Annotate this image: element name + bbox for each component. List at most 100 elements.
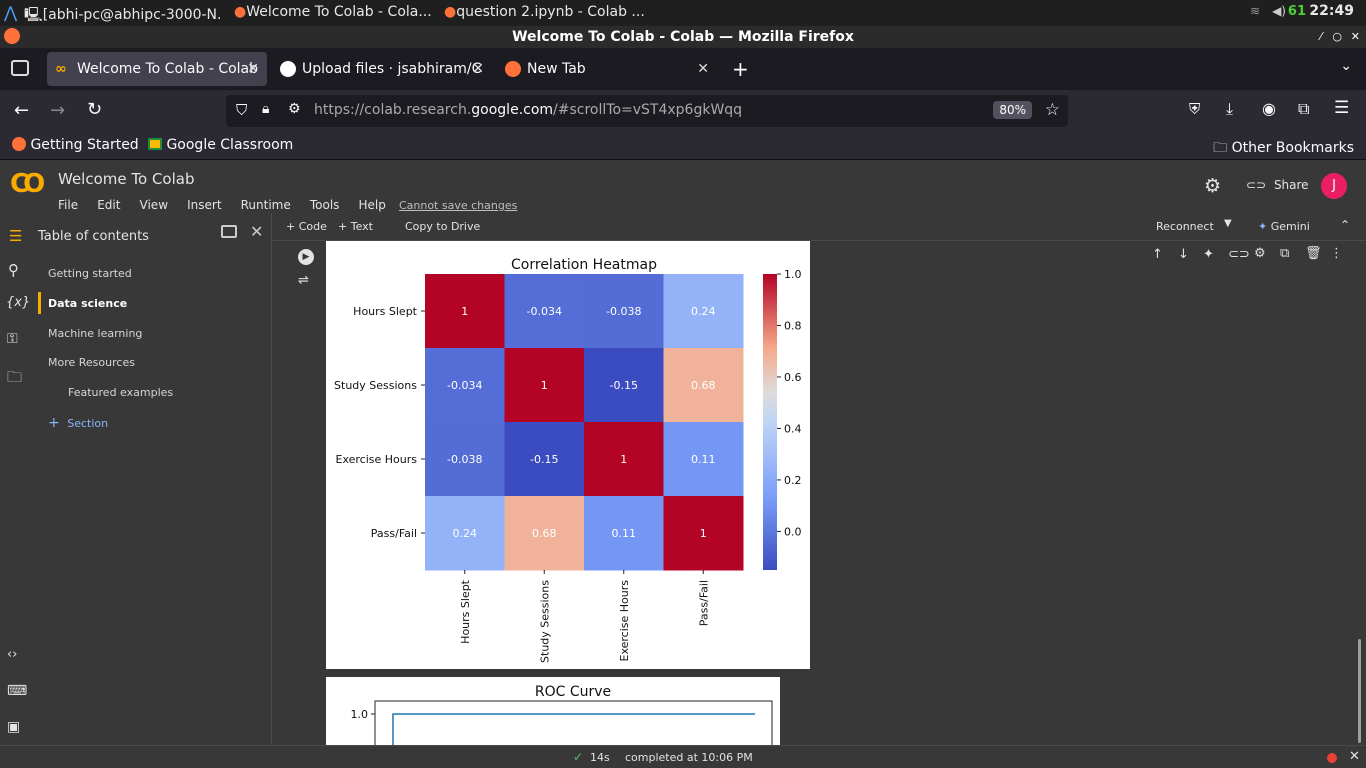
- window-title: Welcome To Colab - Colab — Mozilla Firef…: [512, 29, 854, 45]
- toc-item-featured-examples[interactable]: Featured examples: [68, 386, 173, 399]
- heatmap-col-label: Exercise Hours: [618, 580, 631, 662]
- mirror-cell-icon[interactable]: ⧉: [1280, 246, 1289, 261]
- forward-icon[interactable]: →: [50, 100, 65, 121]
- reconnect-button[interactable]: Reconnect: [1156, 220, 1214, 233]
- bookmark-google-classroom[interactable]: Google Classroom: [148, 137, 293, 153]
- toc-item-getting-started[interactable]: Getting started: [48, 267, 132, 280]
- menu-runtime[interactable]: Runtime: [241, 198, 291, 212]
- share-button[interactable]: ⊂⊃ Share: [1246, 178, 1309, 192]
- link-icon: ⊂⊃: [1246, 178, 1267, 192]
- url-text[interactable]: https://colab.research.google.com/#scrol…: [314, 102, 742, 118]
- notebook-title[interactable]: Welcome To Colab: [58, 170, 194, 188]
- heatmap-cell-label: -0.038: [606, 305, 641, 318]
- code-snippets-icon[interactable]: ‹›: [7, 647, 17, 662]
- taskbar-item-question[interactable]: ●question 2.ipynb - Colab ...: [444, 4, 644, 20]
- menu-tools[interactable]: Tools: [310, 198, 340, 212]
- heatmap-cell-label: 1: [700, 527, 707, 540]
- cell-settings-icon[interactable]: ⚙: [1254, 246, 1266, 261]
- menu-help[interactable]: Help: [359, 198, 386, 212]
- search-icon[interactable]: ⚲: [8, 261, 19, 279]
- permissions-icon[interactable]: ⚙: [288, 101, 301, 117]
- toc-item-more-resources[interactable]: More Resources: [48, 356, 135, 369]
- close-tab-icon[interactable]: ✕: [247, 52, 259, 86]
- tab-upload-files[interactable]: Upload files · jsabhiram/C ✕: [272, 52, 492, 86]
- terminal-icon[interactable]: ▣: [7, 719, 20, 735]
- run-cell-icon[interactable]: ▶: [298, 249, 314, 265]
- vertical-scrollbar[interactable]: [1358, 639, 1361, 743]
- reload-icon[interactable]: ↻: [87, 99, 102, 120]
- open-in-tab-icon[interactable]: [221, 225, 237, 238]
- move-down-icon[interactable]: ↓: [1178, 247, 1189, 262]
- close-panel-icon[interactable]: ✕: [250, 222, 263, 241]
- maximize-icon[interactable]: ○: [1332, 26, 1342, 48]
- zoom-level-button[interactable]: 80%: [993, 101, 1032, 119]
- minimize-icon[interactable]: ⁄: [1320, 26, 1322, 48]
- shield-icon[interactable]: ⛉: [236, 101, 247, 119]
- close-status-icon[interactable]: ✕: [1349, 749, 1360, 764]
- menu-view[interactable]: View: [140, 198, 168, 212]
- add-code-button[interactable]: + Code: [286, 220, 327, 233]
- toc-item-machine-learning[interactable]: Machine learning: [48, 327, 142, 340]
- menu-insert[interactable]: Insert: [187, 198, 221, 212]
- completed-text[interactable]: completed at 10:06 PM: [625, 751, 753, 764]
- navigation-bar: ← → ↻ ⛉ 🔒︎ ⚙ https://colab.research.goog…: [0, 90, 1366, 132]
- taskbar-item-terminal[interactable]: 🖳[abhi-pc@abhipc-3000-N...: [24, 4, 220, 28]
- roc-curve-chart: ROC Curve 1.0: [351, 684, 773, 745]
- extensions-icon[interactable]: ⧉: [1298, 99, 1309, 119]
- add-section-button[interactable]: + Section: [48, 415, 108, 431]
- move-up-icon[interactable]: ↑: [1152, 247, 1163, 262]
- secrets-key-icon[interactable]: ⚿: [7, 331, 18, 347]
- menu-edit[interactable]: Edit: [97, 198, 120, 212]
- app-menu-icon[interactable]: ☰: [1334, 98, 1349, 118]
- bookmark-getting-started[interactable]: Getting Started: [12, 137, 139, 153]
- gemini-sparkle-icon[interactable]: ✦: [1203, 247, 1214, 262]
- copy-to-drive-button[interactable]: Copy to Drive: [405, 220, 480, 233]
- downloads-icon[interactable]: ⤓: [1226, 99, 1233, 119]
- close-tab-icon[interactable]: ✕: [472, 52, 484, 86]
- new-tab-icon[interactable]: +: [732, 57, 749, 81]
- menu-file[interactable]: File: [58, 198, 78, 212]
- tab-strip: ∞ Welcome To Colab - Colab ✕ Upload file…: [0, 48, 1366, 90]
- other-bookmarks[interactable]: 🗀 Other Bookmarks: [1213, 137, 1354, 161]
- collapse-header-icon[interactable]: ⌃: [1340, 218, 1350, 232]
- wifi-icon[interactable]: ≋: [1250, 4, 1260, 18]
- close-window-icon[interactable]: ✕: [1351, 26, 1360, 48]
- taskbar-item-colab[interactable]: ●Welcome To Colab - Cola...: [234, 4, 434, 20]
- cannot-save-link[interactable]: Cannot save changes: [399, 199, 517, 212]
- gemini-button[interactable]: ✦ Gemini: [1258, 220, 1310, 233]
- output-toggle-icon[interactable]: ⇌: [298, 273, 309, 288]
- tab-new-tab[interactable]: New Tab ✕: [497, 52, 717, 86]
- avatar[interactable]: J: [1321, 173, 1347, 199]
- status-bar: ✓ 14s completed at 10:06 PM ✕: [0, 745, 1366, 768]
- toc-list-icon[interactable]: ☰: [9, 227, 22, 245]
- add-text-button[interactable]: + Text: [338, 220, 373, 233]
- files-folder-icon[interactable]: 🗀: [7, 367, 22, 392]
- colorbar: [763, 274, 777, 570]
- account-icon[interactable]: ◉: [1262, 99, 1276, 118]
- list-all-tabs-icon[interactable]: ⌄: [1340, 58, 1352, 74]
- url-bar[interactable]: ⛉ 🔒︎ ⚙ https://colab.research.google.com…: [226, 95, 1068, 127]
- tab-overview-icon[interactable]: [11, 60, 29, 76]
- colab-header: CO Welcome To Colab File Edit View Inser…: [0, 161, 1366, 213]
- colab-logo-icon[interactable]: CO: [10, 169, 45, 199]
- pocket-icon[interactable]: ⛨: [1189, 100, 1200, 118]
- volume-icon[interactable]: ◀): [1272, 4, 1286, 18]
- more-options-icon[interactable]: ⋮: [1330, 246, 1343, 261]
- colorbar-tick-label: 0.8: [784, 319, 802, 332]
- back-icon[interactable]: ←: [14, 100, 29, 121]
- arch-logo-icon[interactable]: ⋀: [4, 3, 17, 22]
- settings-gear-icon[interactable]: ⚙: [1204, 175, 1221, 197]
- runtime-dropdown-icon[interactable]: ▼: [1224, 218, 1232, 229]
- delete-cell-icon[interactable]: 🗑︎: [1305, 246, 1322, 261]
- tab-welcome-to-colab[interactable]: ∞ Welcome To Colab - Colab ✕: [47, 52, 267, 86]
- bookmark-star-icon[interactable]: ☆: [1045, 100, 1060, 120]
- link-cell-icon[interactable]: ⊂⊃: [1228, 247, 1250, 262]
- close-tab-icon[interactable]: ✕: [697, 52, 709, 86]
- notebook-main[interactable]: ▶ ⇌ ↑ ↓ ✦ ⊂⊃ ⚙ ⧉ 🗑︎ ⋮ Correlation Heatma…: [272, 241, 1366, 745]
- command-palette-icon[interactable]: ⌨: [7, 683, 27, 699]
- plus-icon: +: [286, 220, 296, 233]
- heatmap-col-label: Hours Slept: [459, 579, 472, 644]
- toc-item-data-science[interactable]: Data science: [48, 297, 127, 310]
- lock-icon[interactable]: 🔒︎: [262, 101, 269, 117]
- variables-icon[interactable]: {x}: [6, 295, 30, 310]
